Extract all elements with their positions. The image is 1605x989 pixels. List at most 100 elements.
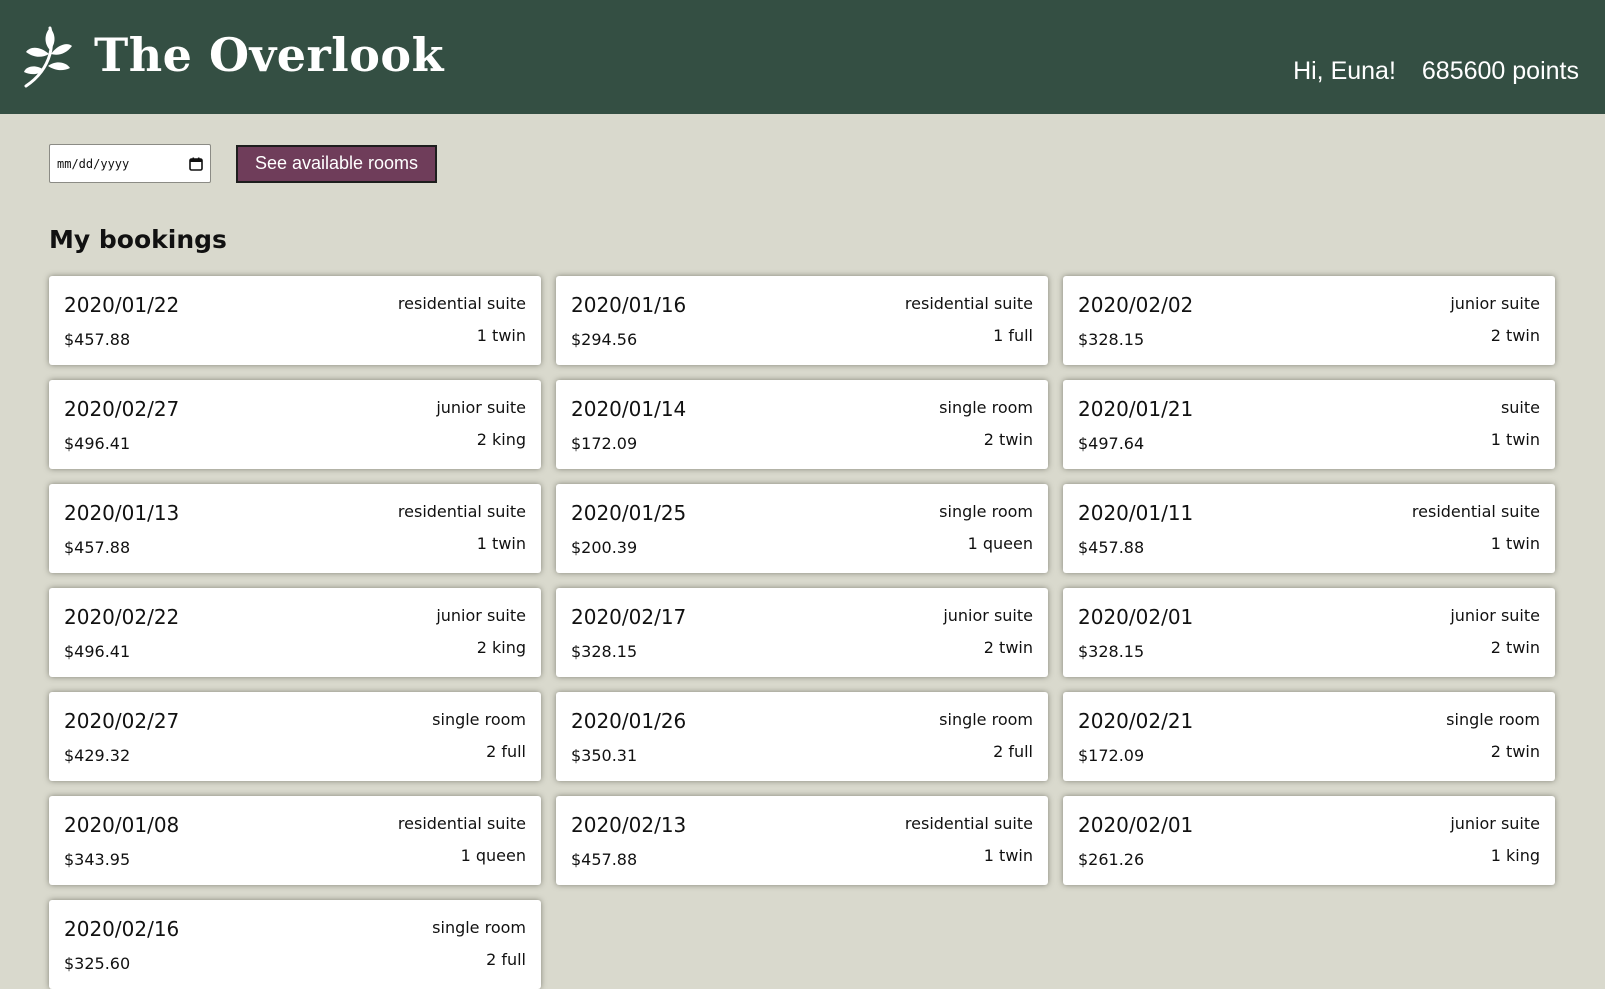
booking-card: 2020/02/13 $457.88 residential suite 1 twin [556,796,1048,885]
booking-card: 2020/02/27 $496.41 junior suite 2 king [49,380,541,469]
booking-cost: $429.32 [64,746,131,765]
booking-room-type: junior suite [436,398,526,417]
booking-room-type: single room [1446,710,1540,729]
booking-cost: $497.64 [1078,434,1145,453]
booking-date: 2020/01/08 [64,813,180,837]
booking-date: 2020/02/27 [64,397,180,421]
bookings-grid: 2020/01/22 $457.88 residential suite 1 twin… [49,276,1555,989]
booking-card: 2020/02/02 $328.15 junior suite 2 twin [1063,276,1555,365]
booking-beds: 1 twin [476,534,526,553]
date-input[interactable]: mm/dd/yyyy [49,144,211,183]
booking-beds: 1 queen [967,534,1033,553]
booking-cost: $350.31 [571,746,638,765]
booking-cost: $457.88 [1078,538,1145,557]
booking-date: 2020/02/02 [1078,293,1194,317]
booking-beds: 1 twin [1490,534,1540,553]
section-title: My bookings [49,225,227,254]
booking-room-type: junior suite [436,606,526,625]
booking-card: 2020/01/16 $294.56 residential suite 1 full [556,276,1048,365]
booking-cost: $172.09 [1078,746,1145,765]
booking-room-type: suite [1500,398,1540,417]
booking-cost: $496.41 [64,642,131,661]
booking-card: 2020/02/01 $328.15 junior suite 2 twin [1063,588,1555,677]
booking-date: 2020/01/26 [571,709,687,733]
booking-room-type: single room [939,502,1033,521]
booking-card: 2020/01/21 $497.64 suite 1 twin [1063,380,1555,469]
booking-beds: 2 full [486,742,526,761]
booking-date: 2020/01/14 [571,397,687,421]
booking-beds: 2 full [993,742,1033,761]
app-title: The Overlook [94,28,444,82]
booking-date: 2020/02/01 [1078,605,1194,629]
booking-room-type: residential suite [397,294,526,313]
greeting-text: Hi, Euna! [1293,57,1396,85]
booking-cost: $200.39 [571,538,638,557]
booking-card: 2020/01/25 $200.39 single room 1 queen [556,484,1048,573]
booking-cost: $457.88 [64,330,131,349]
user-info: Hi, Euna! 685600 points [1293,57,1579,86]
booking-date: 2020/02/01 [1078,813,1194,837]
booking-card: 2020/02/22 $496.41 junior suite 2 king [49,588,541,677]
booking-date: 2020/02/22 [64,605,180,629]
calendar-icon[interactable] [189,157,203,171]
booking-controls: mm/dd/yyyy See available rooms [49,144,437,183]
booking-room-type: residential suite [397,814,526,833]
leaf-sprig-icon [24,26,72,88]
booking-beds: 1 twin [983,846,1033,865]
booking-beds: 2 king [476,430,526,449]
points-balance: 685600 points [1421,57,1579,85]
booking-card: 2020/01/13 $457.88 residential suite 1 twin [49,484,541,573]
booking-card: 2020/01/26 $350.31 single room 2 full [556,692,1048,781]
booking-cost: $294.56 [571,330,638,349]
booking-beds: 1 twin [1490,430,1540,449]
booking-date: 2020/01/22 [64,293,180,317]
booking-card: 2020/02/01 $261.26 junior suite 1 king [1063,796,1555,885]
booking-card: 2020/02/27 $429.32 single room 2 full [49,692,541,781]
booking-beds: 1 king [1490,846,1540,865]
booking-room-type: residential suite [904,294,1033,313]
booking-room-type: junior suite [943,606,1033,625]
booking-date: 2020/01/11 [1078,501,1194,525]
booking-date: 2020/01/16 [571,293,687,317]
booking-card: 2020/01/14 $172.09 single room 2 twin [556,380,1048,469]
booking-card: 2020/01/08 $343.95 residential suite 1 quee… [49,796,541,885]
booking-room-type: residential suite [904,814,1033,833]
booking-beds: 2 king [476,638,526,657]
booking-room-type: junior suite [1450,814,1540,833]
booking-cost: $328.15 [571,642,638,661]
booking-beds: 2 twin [1490,326,1540,345]
booking-cost: $328.15 [1078,642,1145,661]
booking-date: 2020/01/21 [1078,397,1194,421]
booking-cost: $328.15 [1078,330,1145,349]
booking-room-type: single room [432,710,526,729]
booking-room-type: junior suite [1450,294,1540,313]
booking-card: 2020/02/17 $328.15 junior suite 2 twin [556,588,1048,677]
booking-cost: $496.41 [64,434,131,453]
see-available-rooms-button[interactable]: See available rooms [236,144,437,183]
top-bar: The Overlook Hi, Euna! 685600 points [0,0,1605,114]
booking-room-type: residential suite [397,502,526,521]
booking-beds: 2 twin [1490,638,1540,657]
booking-room-type: single room [432,918,526,937]
booking-cost: $325.60 [64,954,131,973]
booking-date: 2020/02/17 [571,605,687,629]
booking-room-type: residential suite [1411,502,1540,521]
booking-card: 2020/02/21 $172.09 single room 2 twin [1063,692,1555,781]
booking-cost: $261.26 [1078,850,1145,869]
booking-date: 2020/02/16 [64,917,180,941]
date-placeholder: mm/dd/yyyy [57,156,130,171]
booking-room-type: single room [939,398,1033,417]
booking-card: 2020/02/16 $325.60 single room 2 full [49,900,541,989]
booking-room-type: junior suite [1450,606,1540,625]
booking-cost: $343.95 [64,850,131,869]
booking-cost: $172.09 [571,434,638,453]
booking-date: 2020/01/25 [571,501,687,525]
booking-beds: 2 full [486,950,526,969]
booking-room-type: single room [939,710,1033,729]
booking-card: 2020/01/22 $457.88 residential suite 1 twin [49,276,541,365]
booking-beds: 2 twin [983,430,1033,449]
booking-date: 2020/01/13 [64,501,180,525]
booking-beds: 1 full [993,326,1033,345]
booking-date: 2020/02/13 [571,813,687,837]
booking-beds: 1 queen [460,846,526,865]
